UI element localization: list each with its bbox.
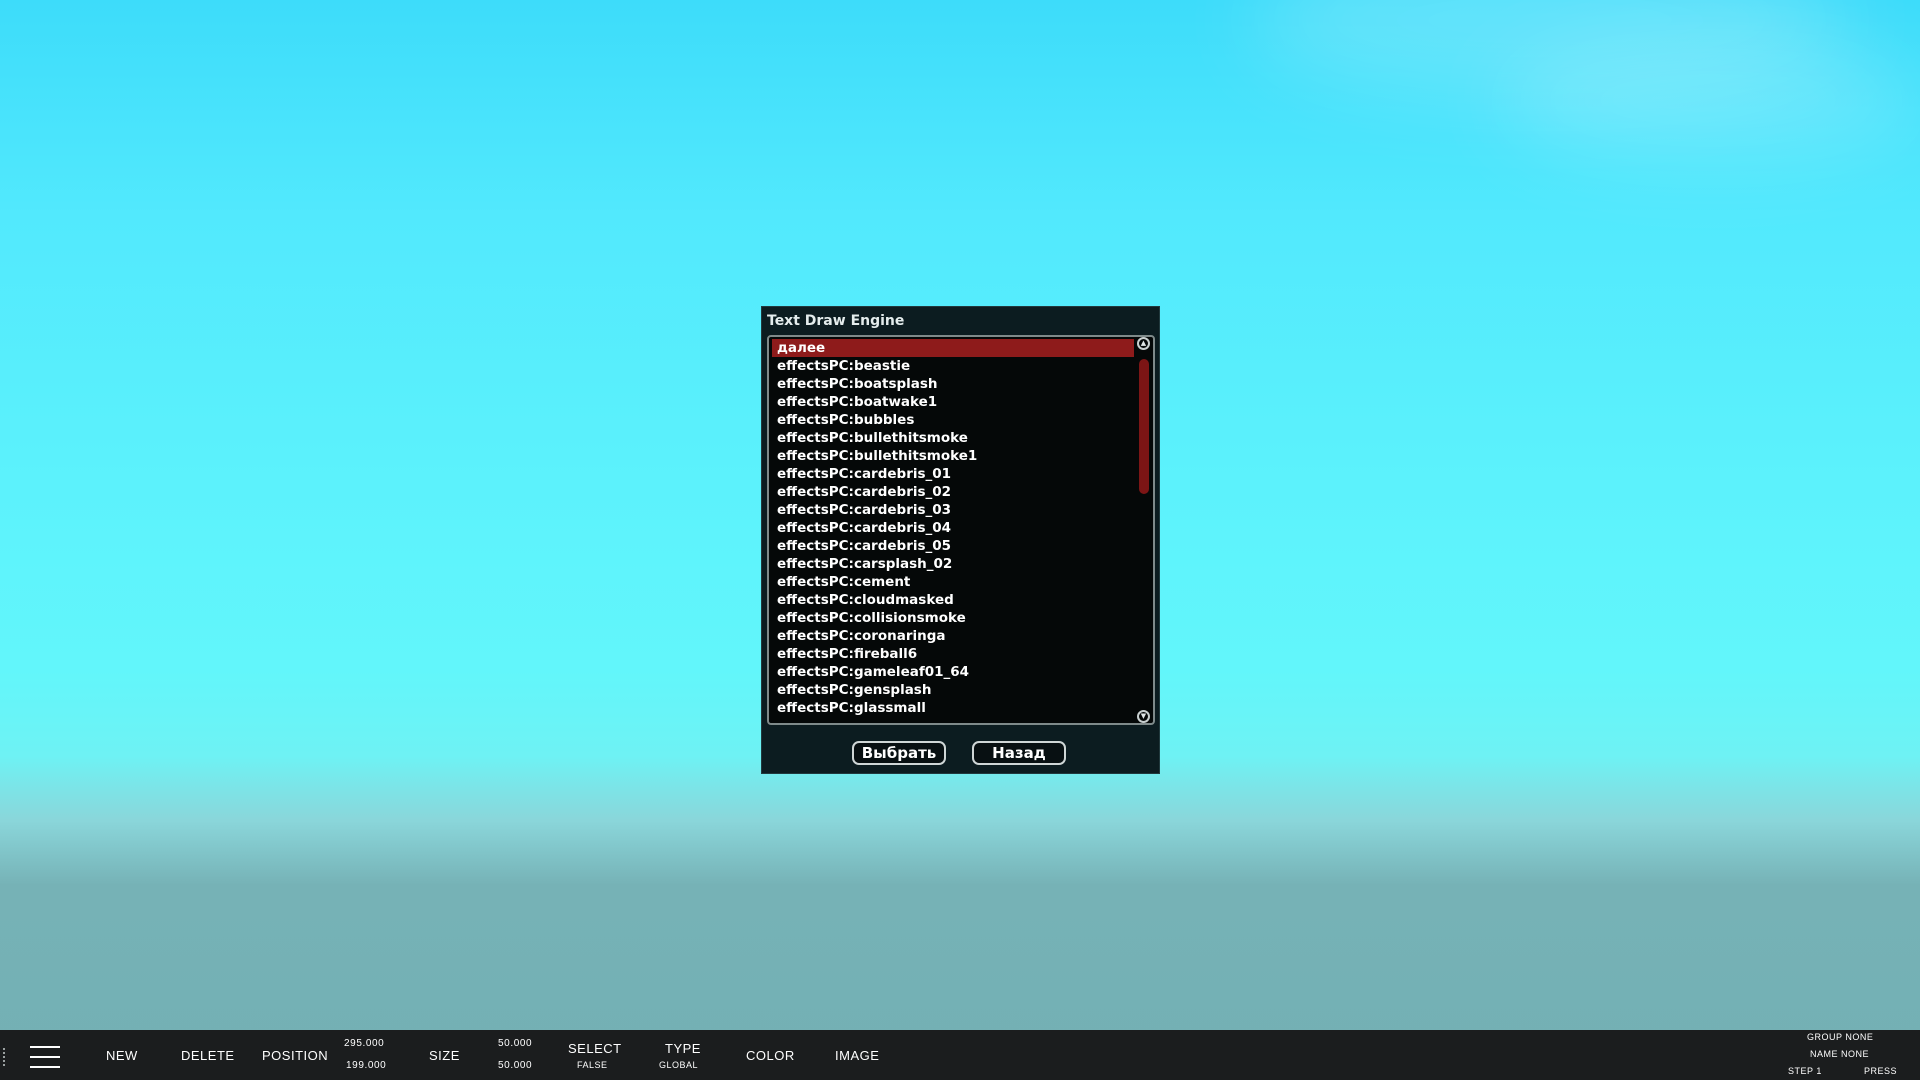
list-scrollbar[interactable]: ▲ ▼ — [1136, 337, 1152, 723]
list-item[interactable]: effectsPC:bullethitsmoke1 — [772, 447, 1134, 465]
scroll-thumb[interactable] — [1139, 359, 1149, 494]
size-y-value: 50.000 — [498, 1060, 533, 1071]
delete-button[interactable]: DELETE — [181, 1048, 235, 1063]
position-x-value: 295.000 — [344, 1038, 385, 1049]
list-item[interactable]: effectsPC:gameleaf01_64 — [772, 663, 1134, 681]
list-item[interactable]: effectsPC:gensplash — [772, 681, 1134, 699]
color-button[interactable]: COLOR — [746, 1048, 795, 1063]
list-item[interactable]: effectsPC:boatsplash — [772, 375, 1134, 393]
step-status: STEP 1 — [1788, 1066, 1822, 1076]
new-button[interactable]: NEW — [106, 1048, 138, 1063]
list-item[interactable]: effectsPC:cement — [772, 573, 1134, 591]
select-value: FALSE — [577, 1060, 608, 1070]
list-item[interactable]: effectsPC:cardebris_05 — [772, 537, 1134, 555]
select-toggle[interactable]: SELECT — [568, 1041, 622, 1056]
hamburger-menu-icon[interactable] — [30, 1044, 60, 1070]
list-item[interactable]: effectsPC:boatwake1 — [772, 393, 1134, 411]
back-button[interactable]: Назад — [972, 741, 1066, 765]
list-item[interactable]: effectsPC:collisionsmoke — [772, 609, 1134, 627]
list-item[interactable]: effectsPC:cardebris_03 — [772, 501, 1134, 519]
type-toggle[interactable]: TYPE — [665, 1041, 701, 1056]
list-item[interactable]: effectsPC:bubbles — [772, 411, 1134, 429]
position-button[interactable]: POSITION — [262, 1048, 328, 1063]
list-item[interactable]: effectsPC:carsplash_02 — [772, 555, 1134, 573]
sky-cloud — [1500, 40, 1920, 160]
list-item[interactable]: далее — [772, 339, 1134, 357]
text-draw-dialog: Text Draw Engine далее effectsPC:beastie e… — [761, 306, 1160, 774]
dialog-title: Text Draw Engine — [767, 313, 905, 329]
list-item[interactable]: effectsPC:coronaringa — [772, 627, 1134, 645]
texture-list-box[interactable]: далее effectsPC:beastie effectsPC:boatspla… — [767, 335, 1155, 725]
list-item[interactable]: effectsPC:cloudmasked — [772, 591, 1134, 609]
toolbar-edge-dots — [3, 1048, 7, 1066]
list-item[interactable]: effectsPC:beastie — [772, 357, 1134, 375]
editor-toolbar: NEW DELETE POSITION 295.000 199.000 SIZE… — [0, 1030, 1920, 1080]
list-item[interactable]: effectsPC:fireball6 — [772, 645, 1134, 663]
group-status: GROUP NONE — [1807, 1032, 1874, 1042]
type-value: GLOBAL — [659, 1060, 699, 1070]
scroll-down-arrow-icon[interactable]: ▼ — [1137, 710, 1150, 723]
list-item[interactable]: effectsPC:cardebris_04 — [772, 519, 1134, 537]
name-status: NAME NONE — [1810, 1049, 1870, 1059]
size-button[interactable]: SIZE — [429, 1048, 460, 1063]
size-x-value: 50.000 — [498, 1038, 533, 1049]
select-button[interactable]: Выбрать — [852, 741, 946, 765]
list-item[interactable]: effectsPC:cardebris_02 — [772, 483, 1134, 501]
position-y-value: 199.000 — [346, 1060, 387, 1071]
list-item[interactable]: effectsPC:glassmall — [772, 699, 1134, 717]
press-status: PRESS — [1864, 1066, 1898, 1076]
list-item[interactable]: effectsPC:cardebris_01 — [772, 465, 1134, 483]
list-item[interactable]: effectsPC:bullethitsmoke — [772, 429, 1134, 447]
texture-list[interactable]: далее effectsPC:beastie effectsPC:boatspla… — [772, 339, 1134, 717]
scroll-up-arrow-icon[interactable]: ▲ — [1137, 337, 1150, 350]
image-button[interactable]: IMAGE — [835, 1048, 879, 1063]
